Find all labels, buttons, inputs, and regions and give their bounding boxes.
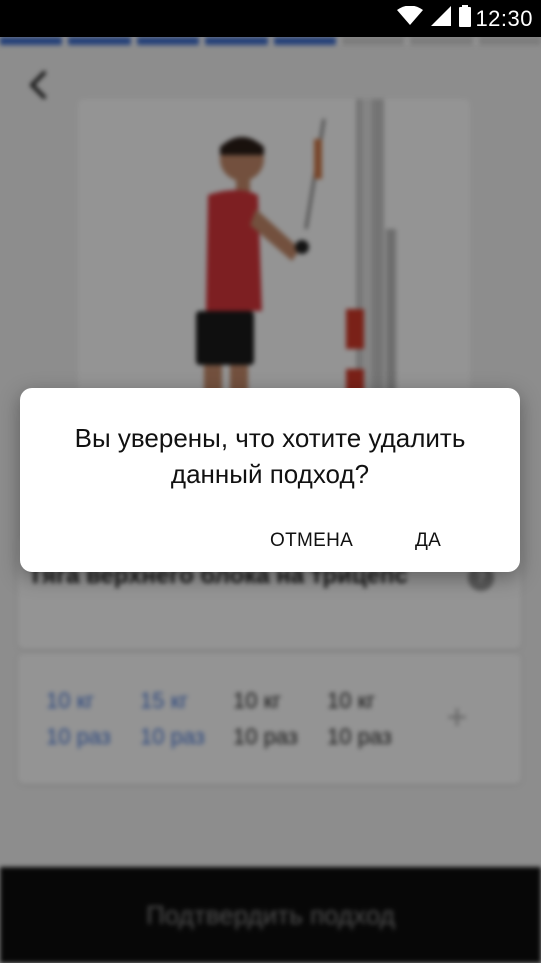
clock: 12:30 [475,5,533,31]
battery-icon [459,5,472,32]
cancel-button[interactable]: ОТМЕНА [270,526,353,556]
delete-set-dialog: Вы уверены, что хотите удалить данный по… [20,388,520,572]
confirm-delete-button[interactable]: ДА [415,526,441,556]
dialog-message: Вы уверены, что хотите удалить данный по… [74,423,466,489]
wifi-icon [397,5,424,31]
status-icons [397,5,472,32]
signal-icon [431,6,452,31]
status-bar: 12:30 [0,0,541,37]
